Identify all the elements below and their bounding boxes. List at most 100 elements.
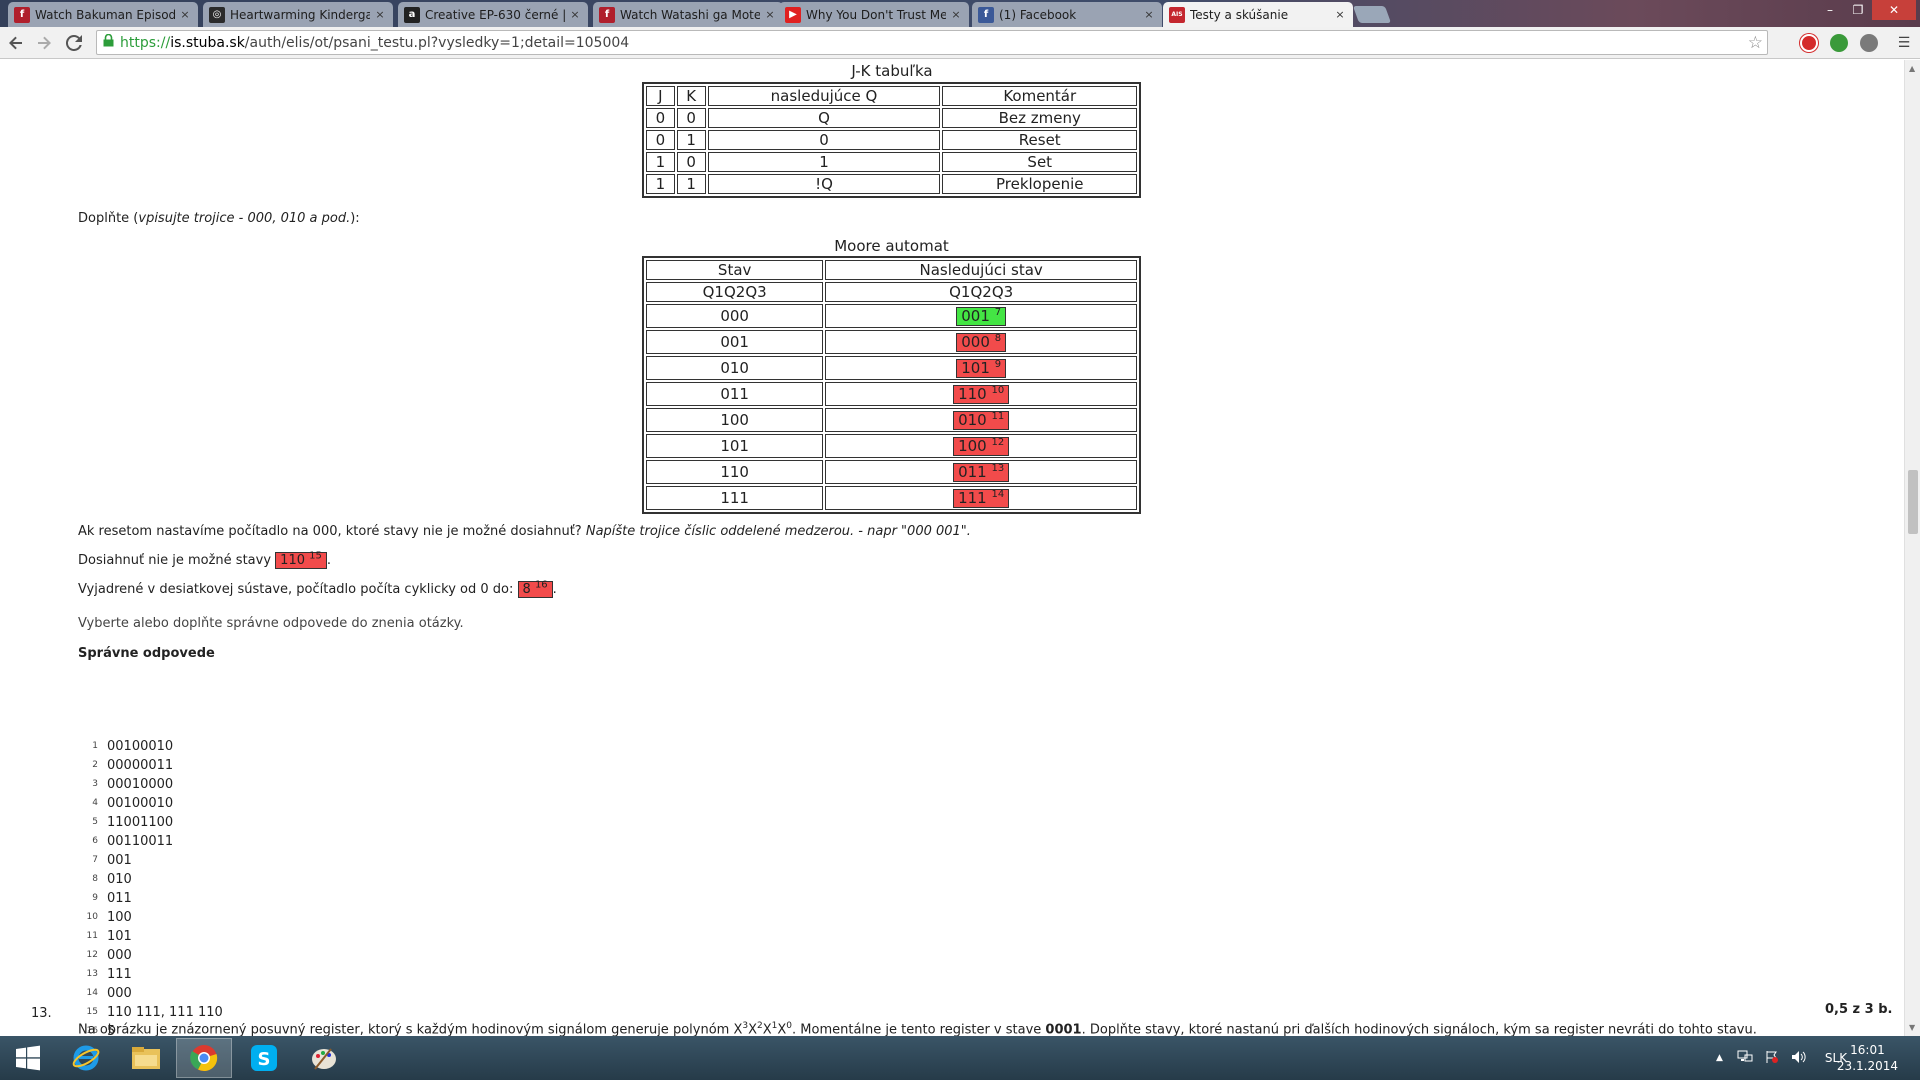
clock[interactable]: 16:01 23.1.2014 <box>1837 1042 1898 1074</box>
moore-state-cell: 111 <box>646 486 824 510</box>
adblock-extension-icon[interactable] <box>1800 34 1818 52</box>
tab-close-icon[interactable]: × <box>1333 8 1347 21</box>
page-scrollbar[interactable]: ▲ ▼ <box>1904 60 1920 1036</box>
q13-text-mid: . Momentálne je tento register v stave <box>792 1022 1046 1036</box>
back-arrow-icon[interactable] <box>4 31 28 55</box>
scroll-up-icon[interactable]: ▲ <box>1909 64 1915 73</box>
jk-table-caption: J-K tabuľka <box>851 62 933 80</box>
moore-answer-cell: 011 13 <box>825 460 1137 484</box>
jk-header-cell: nasledujúce Q <box>707 86 941 106</box>
volume-icon[interactable] <box>1791 1050 1807 1067</box>
jk-table-cell: Q <box>707 108 941 128</box>
browser-tab[interactable]: ◎ Heartwarming Kindergarten e× <box>203 2 393 27</box>
jk-table-cell: Bez zmeny <box>942 108 1137 128</box>
tab-title: Creative EP-630 černé | Al <box>425 7 565 22</box>
jk-table-row: 1 0 1 Set <box>646 152 1137 172</box>
action-center-flag-icon[interactable] <box>1765 1050 1779 1067</box>
answer-mark-number: 7 <box>994 306 1002 318</box>
jk-table-row: 0 1 0 Reset <box>646 130 1137 150</box>
wrong-answer-field[interactable]: 110 10 <box>953 384 1010 404</box>
star-icon[interactable]: ☆ <box>1748 33 1763 53</box>
minimize-icon[interactable]: – <box>1816 0 1844 20</box>
answer-number: 14 <box>86 988 98 998</box>
list-item: 9 011 <box>82 889 223 908</box>
correct-answer-field[interactable]: 001 7 <box>956 306 1007 326</box>
browser-tab[interactable]: f (1) Facebook × <box>972 2 1162 27</box>
new-tab-button[interactable] <box>1352 6 1392 23</box>
answer-number: 6 <box>92 836 98 846</box>
paint-icon[interactable] <box>296 1038 352 1078</box>
internet-explorer-icon[interactable] <box>58 1038 114 1078</box>
answer-mark-number: 12 <box>991 436 1005 448</box>
browser-tab[interactable]: f Watch Watashi ga Moten × <box>593 2 783 27</box>
jk-table-cell: 0 <box>646 108 675 128</box>
tab-title: Watch Watashi ga Moten <box>620 7 760 22</box>
moore-answer-cell: 000 8 <box>825 330 1137 354</box>
list-item: 14 000 <box>82 984 223 1003</box>
tab-close-icon[interactable]: × <box>373 8 387 21</box>
tab-favicon-icon: AIS <box>1169 6 1185 23</box>
moore-table-row: 110 011 13 <box>646 460 1137 484</box>
browser-tab[interactable]: a Creative EP-630 černé | Al× <box>398 2 588 27</box>
cycle-label: Vyjadrené v desiatkovej sústave, počítad… <box>78 582 514 597</box>
browser-tab[interactable]: f Watch Bakuman Episode × <box>8 2 198 27</box>
browser-tab[interactable]: AIS Testy a skúšanie × <box>1163 2 1353 27</box>
unreachable-answer-field[interactable]: 110 15 <box>275 551 327 569</box>
jk-table: J Knasledujúce Q Komentár 0 0 Q Bez zmeny 0 1 0 Re… <box>642 82 1141 198</box>
tab-title: Why You Don't Trust Me <box>806 7 946 22</box>
list-item: 4 00100010 <box>82 794 223 813</box>
moore-table-row: 001 000 8 <box>646 330 1137 354</box>
gear-extension-icon[interactable] <box>1860 34 1878 52</box>
scrollbar-thumb[interactable] <box>1908 470 1918 534</box>
jk-table-cell: 0 <box>646 130 675 150</box>
hamburger-menu-icon[interactable]: ☰ <box>1892 31 1916 55</box>
moore-table-row: 010 101 9 <box>646 356 1137 380</box>
system-tray: ▲ SLK <box>1716 1036 1847 1080</box>
browser-tab[interactable]: ▶ Why You Don't Trust Me × <box>779 2 969 27</box>
jk-header-cell: K <box>676 86 706 106</box>
answer-number: 9 <box>92 893 98 903</box>
chrome-icon[interactable] <box>176 1038 232 1078</box>
wrong-answer-field[interactable]: 011 13 <box>953 462 1010 482</box>
wrong-answer-field[interactable]: 010 11 <box>953 410 1010 430</box>
answer-value: 011 <box>107 891 132 906</box>
answer-number: 11 <box>86 931 98 941</box>
moore-header-row: Stav Nasledujúci stav <box>646 260 1137 280</box>
wrong-answer-field[interactable]: 111 14 <box>953 488 1010 508</box>
restore-icon[interactable]: ❐ <box>1844 0 1872 20</box>
list-item: 6 00110011 <box>82 832 223 851</box>
reload-icon[interactable] <box>62 31 86 55</box>
list-item: 5 11001100 <box>82 813 223 832</box>
tab-close-icon[interactable]: × <box>178 8 192 21</box>
tab-close-icon[interactable]: × <box>568 8 582 21</box>
scroll-down-icon[interactable]: ▼ <box>1909 1023 1915 1032</box>
moore-answer-cell: 010 11 <box>825 408 1137 432</box>
close-window-icon[interactable]: ✕ <box>1872 0 1916 20</box>
wrong-answer-field[interactable]: 100 12 <box>953 436 1010 456</box>
wrong-answer-field[interactable]: 101 9 <box>956 358 1007 378</box>
answer-value: 001 <box>107 853 132 868</box>
tab-close-icon[interactable]: × <box>763 8 777 21</box>
answer-number: 3 <box>92 779 98 789</box>
tab-close-icon[interactable]: × <box>949 8 963 21</box>
cycle-answer-field[interactable]: 8 16 <box>517 580 553 598</box>
forward-arrow-icon[interactable] <box>32 31 56 55</box>
show-hidden-icons-icon[interactable]: ▲ <box>1716 1053 1723 1063</box>
wrong-answer-field[interactable]: 000 8 <box>956 332 1007 352</box>
address-bar[interactable]: https://is.stuba.sk/auth/elis/ot/psani_t… <box>96 30 1768 55</box>
windows-taskbar: S ▲ SLK 16:01 23.1.2014 <box>0 1036 1920 1080</box>
browser-toolbar: https://is.stuba.sk/auth/elis/ot/psani_t… <box>0 27 1920 59</box>
network-icon[interactable] <box>1737 1050 1753 1067</box>
start-icon[interactable] <box>0 1038 56 1078</box>
answer-number: 5 <box>92 817 98 827</box>
answer-number: 2 <box>92 760 98 770</box>
svg-text:S: S <box>258 1049 271 1070</box>
url-scheme: https:// <box>120 34 171 51</box>
skype-icon[interactable]: S <box>236 1038 292 1078</box>
unreachable-answer-value: 110 <box>280 553 305 568</box>
correct-answers-heading: Správne odpovede <box>78 646 215 661</box>
green-extension-icon[interactable] <box>1830 34 1848 52</box>
file-explorer-icon[interactable] <box>118 1038 174 1078</box>
moore-subheader-cell: Q1Q2Q3 <box>825 282 1137 302</box>
tab-close-icon[interactable]: × <box>1142 8 1156 21</box>
